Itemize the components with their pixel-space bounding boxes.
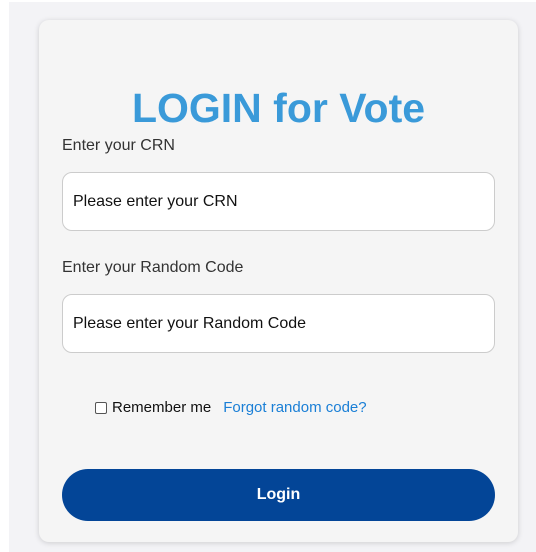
crn-input[interactable] [62, 172, 495, 231]
remember-me-label[interactable]: Remember me [112, 399, 211, 417]
crn-label: Enter your CRN [62, 137, 175, 154]
login-button[interactable]: Login [62, 469, 495, 521]
forgot-random-code-link[interactable]: Forgot random code? [223, 399, 366, 417]
remember-me-checkbox[interactable] [95, 402, 107, 414]
login-card: LOGIN for Vote Enter your CRN Enter your… [39, 20, 518, 542]
page-title: LOGIN for Vote [131, 85, 426, 131]
remember-row: Remember me Forgot random code? [95, 399, 367, 417]
random-code-label: Enter your Random Code [62, 259, 244, 276]
random-code-input[interactable] [62, 294, 495, 353]
